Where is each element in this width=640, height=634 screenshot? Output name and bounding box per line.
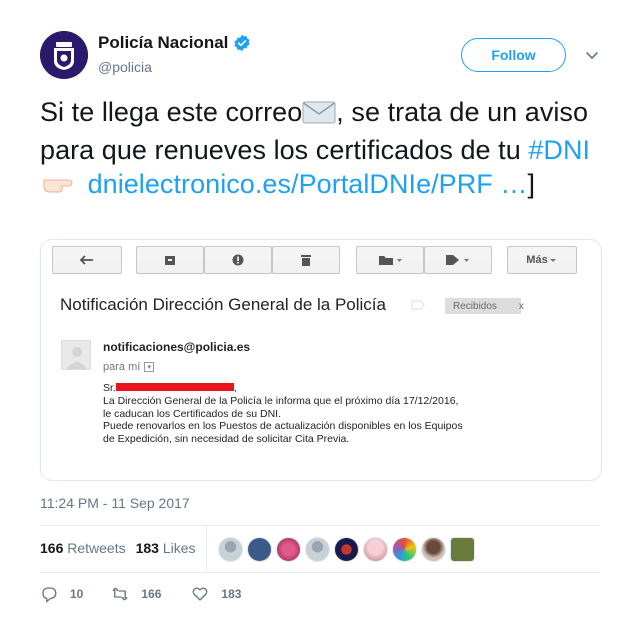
more-toolbar-button: Más: [507, 246, 577, 274]
reply-action[interactable]: 10: [40, 585, 83, 603]
tweet-timestamp[interactable]: 11:24 PM - 11 Sep 2017: [40, 495, 190, 511]
redacted-name: [115, 383, 234, 391]
sender-avatar: [61, 340, 91, 370]
person-icon: [67, 347, 87, 369]
move-toolbar-button: [356, 246, 424, 274]
liker-avatar[interactable]: [305, 537, 330, 562]
tweet-text-part: ]: [527, 169, 535, 199]
divider: [40, 572, 600, 573]
tweet-text: Si te llega este correo, se trata de un …: [40, 95, 615, 205]
retweet-action[interactable]: 166: [111, 585, 161, 603]
labels-toolbar-button: [424, 246, 492, 274]
back-arrow-icon: [80, 255, 93, 265]
reply-icon: [42, 587, 57, 603]
archive-icon: [165, 256, 175, 265]
liker-avatar[interactable]: [276, 537, 301, 562]
email-body: Sr., La Dirección General de la Policía …: [103, 382, 573, 446]
heart-icon: [192, 587, 208, 601]
label-text: Recibidos: [453, 300, 497, 312]
author-name[interactable]: Policía Nacional: [98, 33, 251, 53]
envelope-emoji-icon: [302, 99, 336, 133]
chevron-down-icon[interactable]: [585, 48, 599, 62]
delete-toolbar-button: [272, 246, 340, 274]
follow-button[interactable]: Follow: [461, 38, 566, 72]
tag-icon: [446, 255, 469, 265]
likes-label: Likes: [162, 540, 196, 556]
tweet-text-part: Si te llega este correo: [40, 97, 303, 127]
liker-avatar[interactable]: [334, 537, 359, 562]
body-line: La Dirección General de la Policía le in…: [103, 394, 459, 407]
label-close: x: [518, 300, 524, 312]
reply-toolbar-button: [52, 246, 122, 274]
sender-email: notificaciones@policia.es: [103, 340, 251, 354]
tweet-stats: 166 Retweets 183 Likes: [40, 540, 196, 556]
author-name-text: Policía Nacional: [98, 33, 229, 52]
chevron-down-icon: [549, 259, 556, 262]
hashtag-link[interactable]: #DNI: [528, 135, 590, 165]
greeting-text: Sr.: [103, 382, 116, 394]
liker-avatar[interactable]: [218, 537, 243, 562]
greeting-line: Sr.,: [103, 382, 237, 394]
email-label-chip: Recibidos x: [445, 298, 524, 314]
body-line: de Expedición, sin necesidad de solicita…: [103, 433, 350, 446]
trash-icon: [301, 254, 311, 266]
tweet-actions: 10 166 183: [40, 585, 261, 603]
gmail-toolbar: Más: [41, 246, 601, 276]
likes-stat[interactable]: 183 Likes: [136, 540, 196, 556]
recipient-text: para mí: [103, 361, 141, 373]
liker-avatar[interactable]: [247, 537, 272, 562]
report-spam-icon: [232, 254, 244, 266]
retweet-icon: [112, 587, 128, 601]
body-line: le caducan los Certificados de su DNI.: [103, 407, 282, 420]
retweet-count: 166: [141, 587, 162, 601]
liker-avatar[interactable]: [421, 537, 446, 562]
liker-avatars: [218, 537, 475, 562]
url-link[interactable]: dnielectronico.es/PortalDNIe/PRF …: [88, 169, 528, 199]
retweets-count: 166: [40, 540, 64, 556]
details-dropdown-icon: ▾: [144, 362, 155, 372]
like-count: 183: [221, 587, 242, 601]
importance-marker-icon: [411, 300, 425, 310]
spam-toolbar-button: [204, 246, 272, 274]
stats-separator: [206, 526, 207, 572]
retweets-label: Retweets: [67, 540, 126, 556]
liker-avatar[interactable]: [392, 537, 417, 562]
author-avatar[interactable]: [40, 31, 88, 79]
retweets-stat[interactable]: 166 Retweets: [40, 540, 126, 556]
liker-avatar[interactable]: [450, 537, 475, 562]
folder-icon: [379, 256, 402, 265]
more-label: Más: [526, 254, 548, 266]
verified-badge-icon: [234, 34, 250, 52]
likes-count: 183: [135, 540, 159, 556]
body-line: Puede renovarlos en los Puestos de actua…: [103, 420, 463, 433]
recipient-line: para mí ▾: [103, 361, 155, 373]
archive-toolbar-button: [136, 246, 204, 274]
author-handle[interactable]: @policia: [98, 59, 152, 75]
pointing-right-emoji-icon: [40, 171, 80, 205]
reply-count: 10: [70, 587, 84, 601]
divider: [40, 525, 600, 526]
like-action[interactable]: 183: [191, 585, 241, 603]
liker-avatar[interactable]: [363, 537, 388, 562]
email-subject: Notificación Dirección General de la Pol…: [60, 295, 386, 314]
police-badge-icon: [40, 31, 88, 79]
email-screenshot-card[interactable]: Más Notificación Dirección General de la…: [40, 239, 602, 481]
